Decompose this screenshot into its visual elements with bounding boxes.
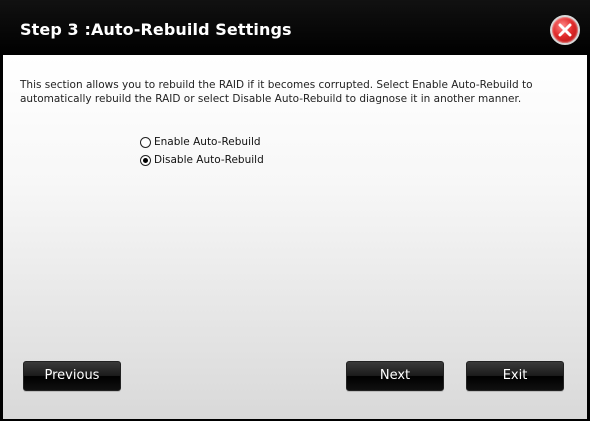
enable-auto-rebuild-radio[interactable] — [140, 136, 151, 148]
exit-button[interactable]: Exit — [466, 361, 564, 391]
disable-auto-rebuild-radio[interactable] — [140, 154, 151, 166]
close-button[interactable] — [550, 15, 580, 45]
title-bar: Step 3 :Auto-Rebuild Settings — [0, 0, 590, 55]
disable-auto-rebuild-option[interactable]: Disable Auto-Rebuild — [140, 151, 264, 169]
enable-auto-rebuild-label: Enable Auto-Rebuild — [154, 136, 261, 148]
close-icon — [558, 23, 572, 37]
disable-auto-rebuild-label: Disable Auto-Rebuild — [154, 154, 264, 166]
description-text: This section allows you to rebuild the R… — [20, 79, 533, 105]
dialog-title: Step 3 :Auto-Rebuild Settings — [20, 20, 292, 39]
rebuild-options: Enable Auto-Rebuild Disable Auto-Rebuild — [140, 133, 264, 169]
dialog: Step 3 :Auto-Rebuild Settings This secti… — [0, 0, 590, 421]
enable-auto-rebuild-option[interactable]: Enable Auto-Rebuild — [140, 133, 264, 151]
content-panel: This section allows you to rebuild the R… — [3, 55, 587, 419]
next-button[interactable]: Next — [346, 361, 444, 391]
previous-button[interactable]: Previous — [23, 361, 121, 391]
